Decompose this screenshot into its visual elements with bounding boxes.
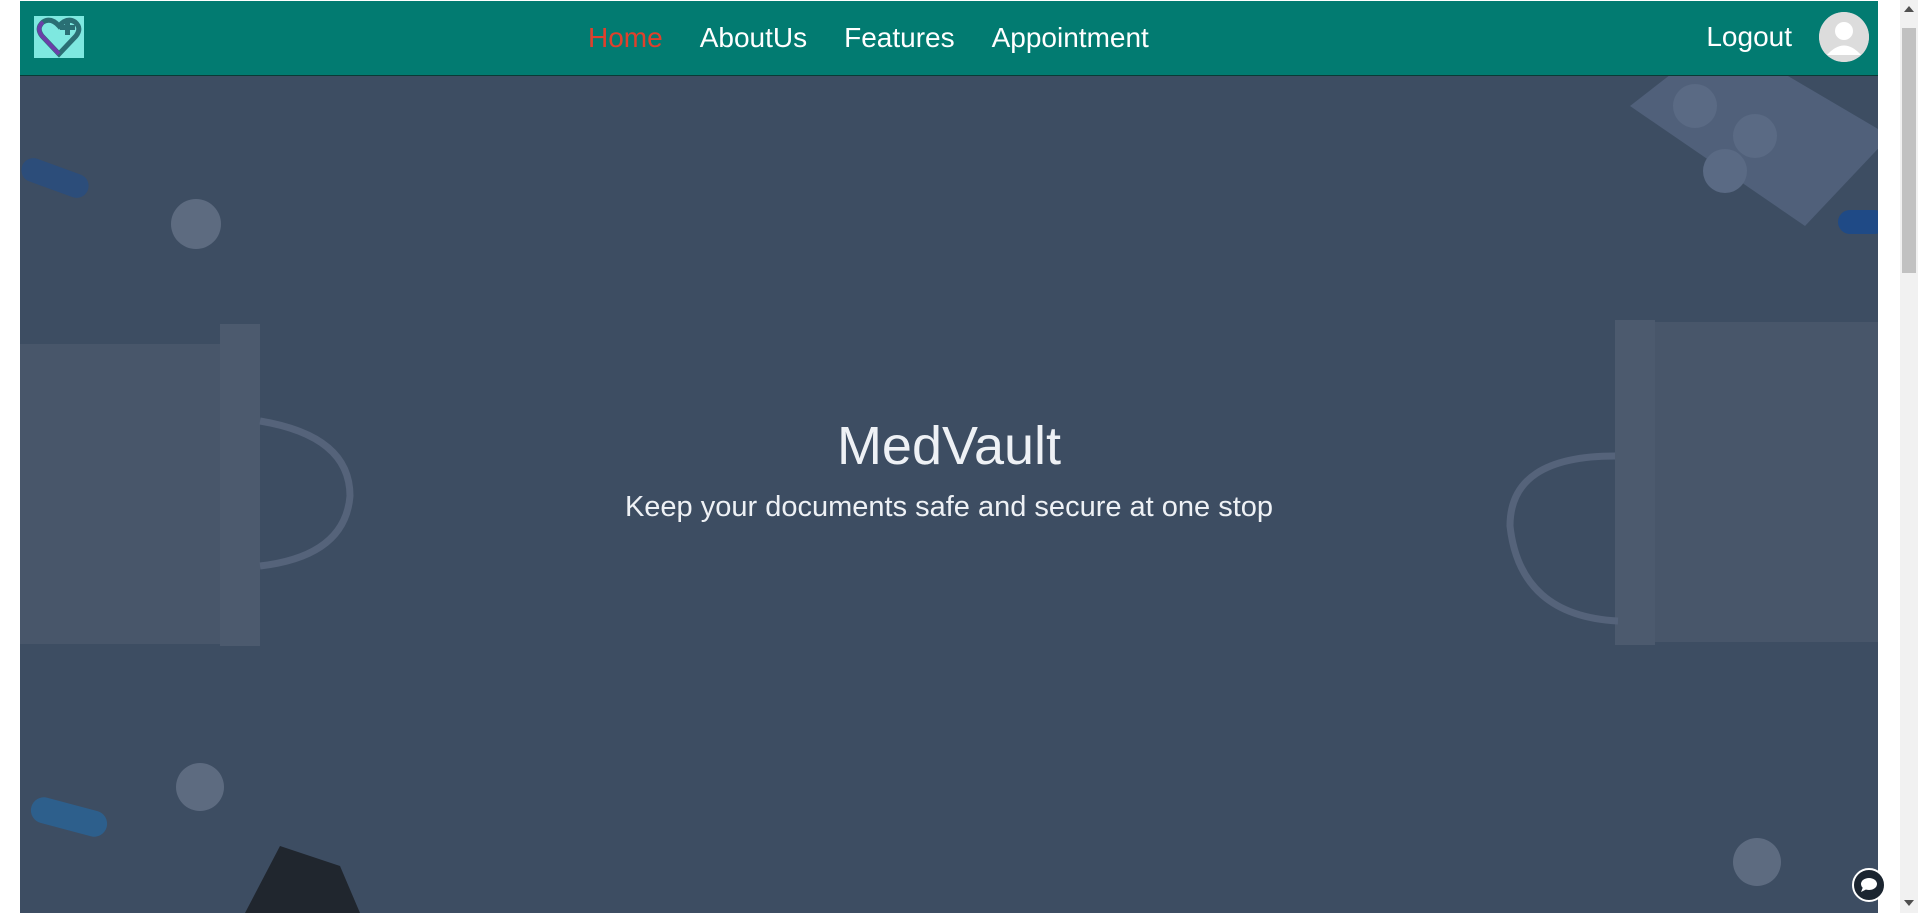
hero-text: MedVault Keep your documents safe and se… bbox=[20, 416, 1878, 524]
page: MedVault Keep your documents safe and se… bbox=[20, 0, 1878, 913]
nav-link-aboutus[interactable]: AboutUs bbox=[700, 22, 807, 54]
nav-link-appointment[interactable]: Appointment bbox=[992, 22, 1149, 54]
vertical-scrollbar[interactable] bbox=[1900, 0, 1918, 913]
hero-section: MedVault Keep your documents safe and se… bbox=[20, 76, 1878, 913]
hero-subtitle: Keep your documents safe and secure at o… bbox=[624, 491, 1274, 523]
scrollbar-thumb[interactable] bbox=[1902, 28, 1916, 273]
user-avatar-icon[interactable] bbox=[1819, 12, 1869, 62]
nav-links: Home AboutUs Features Appointment bbox=[588, 1, 1186, 75]
logout-button[interactable]: Logout bbox=[1706, 1, 1792, 75]
heart-plus-icon[interactable] bbox=[34, 16, 84, 58]
hero-title: MedVault bbox=[836, 416, 1062, 476]
scroll-down-icon[interactable] bbox=[1904, 900, 1914, 906]
scroll-up-icon[interactable] bbox=[1904, 6, 1914, 12]
top-navbar: Home AboutUs Features Appointment Logout bbox=[20, 1, 1878, 76]
chat-bubble-icon[interactable] bbox=[1852, 868, 1886, 902]
nav-link-features[interactable]: Features bbox=[844, 22, 955, 54]
nav-link-home[interactable]: Home bbox=[588, 22, 663, 54]
